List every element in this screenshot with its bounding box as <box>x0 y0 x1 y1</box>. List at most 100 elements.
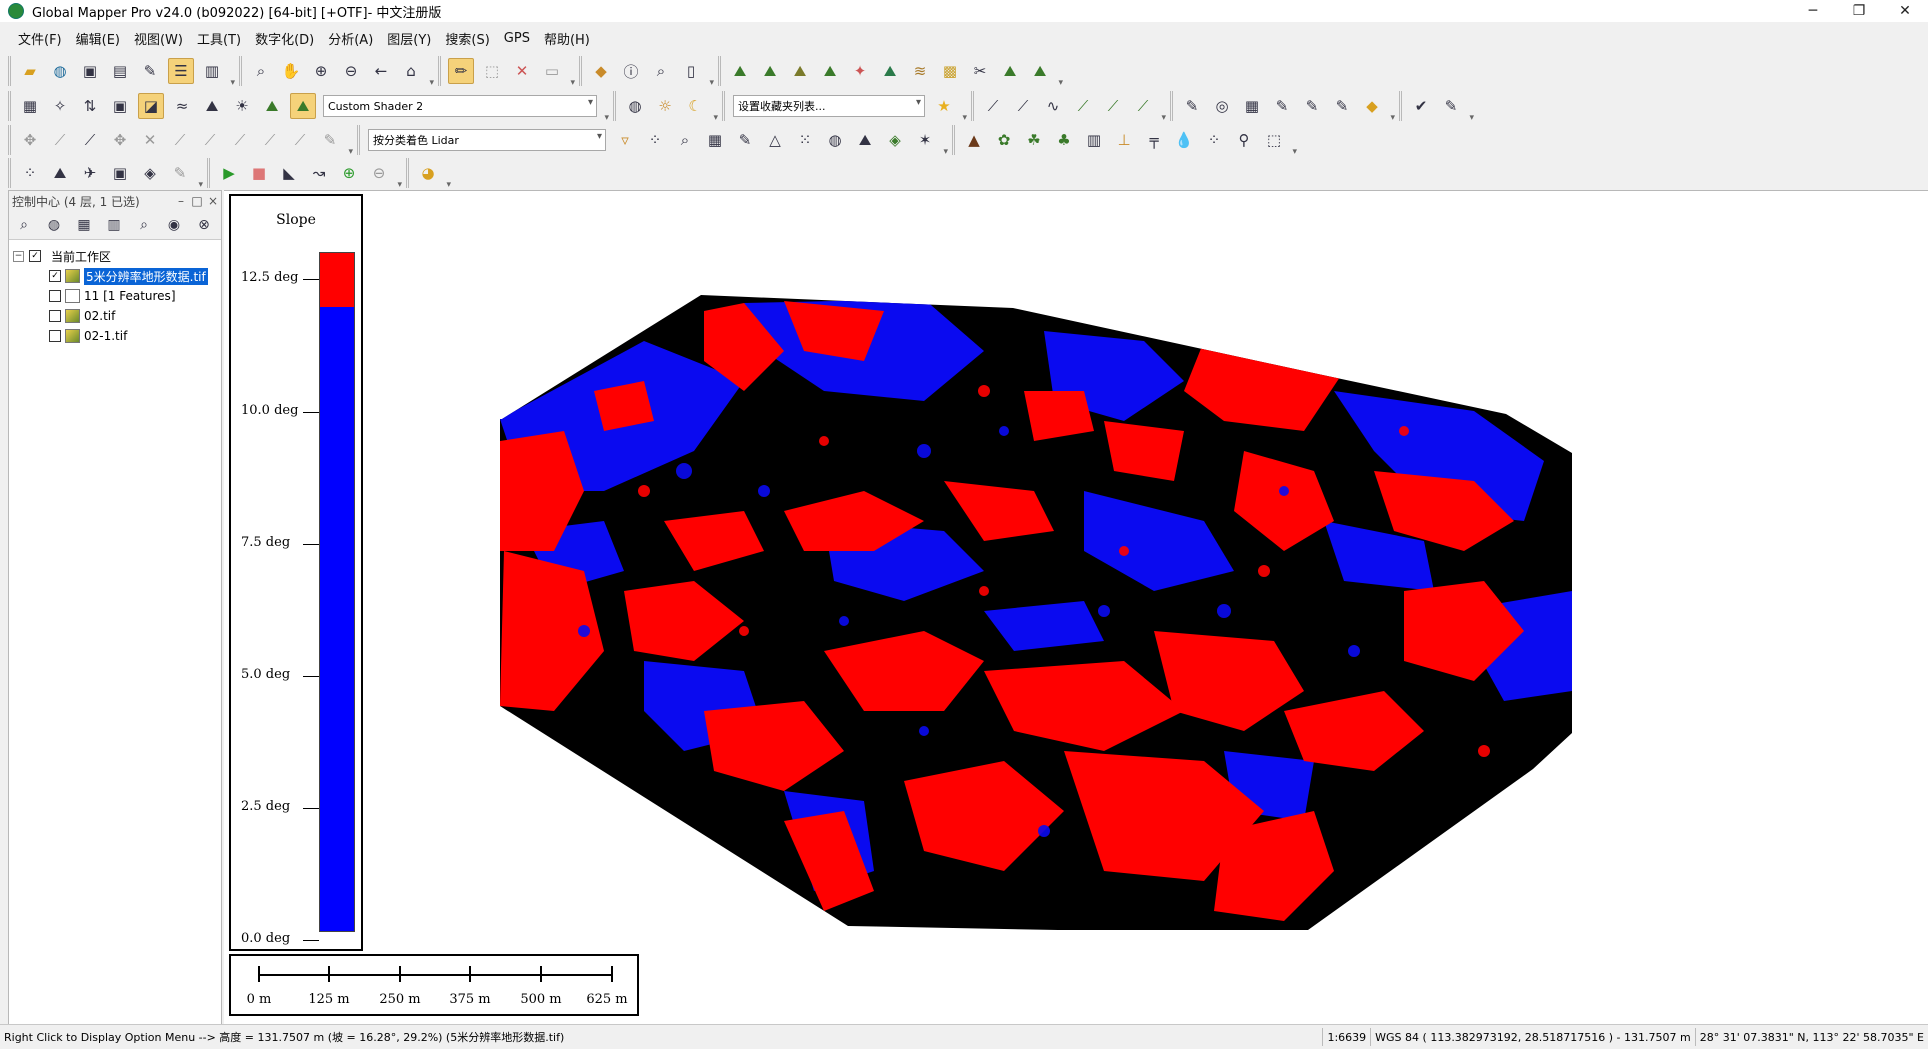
menu-view[interactable]: 视图(W) <box>134 29 183 48</box>
attribute-table-icon[interactable]: ▦ <box>73 214 95 236</box>
panel-float-icon[interactable]: □ <box>189 194 205 208</box>
moon-icon[interactable]: ☾ <box>683 94 707 118</box>
menu-search[interactable]: 搜索(S) <box>445 29 489 48</box>
lighting-icon[interactable]: ☀ <box>230 94 254 118</box>
path-icon[interactable]: ↝ <box>307 161 331 185</box>
noise-points-icon[interactable]: ⁘ <box>1202 128 1226 152</box>
close-layer-icon[interactable]: ⊗ <box>193 214 215 236</box>
feature-tag-icon[interactable]: ◆ <box>1360 94 1384 118</box>
workspace-icon[interactable]: ▤ <box>108 59 132 83</box>
measure-line-icon[interactable]: ✎ <box>318 128 342 152</box>
lidar-terrain-icon[interactable]: ⛰ <box>853 128 877 152</box>
3d-viewer-icon[interactable]: ▣ <box>108 161 132 185</box>
shader-select[interactable]: Custom Shader 2 ▾ <box>323 95 597 117</box>
3d-view-icon[interactable]: ▣ <box>108 94 132 118</box>
map-image-icon[interactable]: ▩ <box>938 59 962 83</box>
lidar-classify-icon[interactable]: ◍ <box>823 128 847 152</box>
layer-checkbox[interactable] <box>49 310 61 322</box>
pencil-icon[interactable]: ✏ <box>448 58 474 84</box>
layer-checkbox[interactable] <box>49 290 61 302</box>
medium-vegetation-icon[interactable]: ☘ <box>1022 128 1046 152</box>
select-rect-icon[interactable]: ⬚ <box>480 59 504 83</box>
lidar-grid-icon[interactable]: ▦ <box>703 128 727 152</box>
grid-terrain-icon[interactable]: ⛰ <box>998 59 1022 83</box>
feature-edit-icon[interactable]: ✎ <box>1180 94 1204 118</box>
globe-icon[interactable]: ◍ <box>48 59 72 83</box>
record-icon[interactable]: ◣ <box>277 161 301 185</box>
lidar-cluster-icon[interactable]: ⁙ <box>793 128 817 152</box>
lidar-layers-icon[interactable]: ◈ <box>883 128 907 152</box>
line-delete-icon[interactable]: ⟋ <box>258 128 282 152</box>
building-icon[interactable]: ▥ <box>1082 128 1106 152</box>
lidar-triangle-icon[interactable]: △ <box>763 128 787 152</box>
layout-icon[interactable]: ▦ <box>18 94 42 118</box>
menu-edit[interactable]: 编辑(E) <box>76 29 120 48</box>
mountain-icon[interactable]: ⛰ <box>48 161 72 185</box>
snap-icon[interactable]: ✕ <box>138 128 162 152</box>
overview-icon[interactable]: ▥ <box>200 59 224 83</box>
menu-analysis[interactable]: 分析(A) <box>328 29 373 48</box>
layer-options-icon[interactable]: ▥ <box>103 214 125 236</box>
light-direction-icon[interactable]: ✧ <box>48 94 72 118</box>
menu-file[interactable]: 文件(F) <box>18 29 62 48</box>
lidar-edit-icon[interactable]: ✎ <box>733 128 757 152</box>
pan-hand-icon[interactable]: ✋ <box>279 59 303 83</box>
zoom-out-icon[interactable]: ⊖ <box>339 59 363 83</box>
workspace-checkbox[interactable]: ✓ <box>29 250 41 262</box>
search-layer-icon[interactable]: ⌕ <box>133 214 155 236</box>
move-vertex-icon[interactable]: ✥ <box>18 128 42 152</box>
home-icon[interactable]: ⌂ <box>399 59 423 83</box>
workspace-root[interactable]: − ✓ 当前工作区 <box>13 246 217 266</box>
show-layer-icon[interactable]: ◉ <box>163 214 185 236</box>
open-folder-icon[interactable]: ▰ <box>18 59 42 83</box>
menu-gps[interactable]: GPS <box>504 31 530 46</box>
draw-3d-icon[interactable]: ✎ <box>168 161 192 185</box>
ruler-icon[interactable]: ◆ <box>589 59 613 83</box>
classify-select-icon[interactable]: ⬚ <box>1262 128 1286 152</box>
panel-close-icon[interactable]: × <box>205 194 221 208</box>
edit-pen-icon[interactable]: ✎ <box>1439 94 1463 118</box>
water-icon[interactable]: 💧 <box>1172 128 1196 152</box>
star-icon[interactable]: ★ <box>932 94 956 118</box>
volume-icon[interactable]: ⛰ <box>788 59 812 83</box>
metadata-icon[interactable]: ◍ <box>43 214 65 236</box>
lidar-points-icon[interactable]: ⁘ <box>643 128 667 152</box>
fly-icon[interactable]: ✈ <box>78 161 102 185</box>
play-icon[interactable]: ▶ <box>217 161 241 185</box>
menu-layer[interactable]: 图层(Y) <box>387 29 431 48</box>
search-feature-icon[interactable]: ⌕ <box>649 59 673 83</box>
tree-icon[interactable]: ♣ <box>1052 128 1076 152</box>
menu-digitize[interactable]: 数字化(D) <box>255 29 314 48</box>
feature-brush-icon[interactable]: ✎ <box>1300 94 1324 118</box>
add-keyframe-icon[interactable]: ⊕ <box>337 161 361 185</box>
low-vegetation-icon[interactable]: ✿ <box>992 128 1016 152</box>
feature-eraser-icon[interactable]: ✎ <box>1330 94 1354 118</box>
lidar-filter-icon[interactable]: ▿ <box>613 128 637 152</box>
tools-cross-icon[interactable]: ✂ <box>968 59 992 83</box>
zoom-to-layer-icon[interactable]: ⌕ <box>13 214 35 236</box>
layer-item[interactable]: 02-1.tif <box>13 326 217 346</box>
info-icon[interactable]: ⓘ <box>619 59 643 83</box>
line-vertex-icon[interactable]: ⟋ <box>228 128 252 152</box>
layer-checkbox[interactable]: ✓ <box>49 270 61 282</box>
back-arrow-icon[interactable]: ← <box>369 59 393 83</box>
target-icon[interactable]: ◎ <box>1210 94 1234 118</box>
move-feature-icon[interactable]: ✥ <box>108 128 132 152</box>
sun-settings-icon[interactable]: ☼ <box>653 94 677 118</box>
lidar-color-select[interactable]: 按分类着色 Lidar ▾ <box>368 129 606 151</box>
terrain-profile-icon[interactable]: ⛰ <box>728 59 752 83</box>
shader-active-icon[interactable]: ⛰ <box>290 93 316 119</box>
cut-fill-icon[interactable]: ≋ <box>908 59 932 83</box>
panel-minimize-icon[interactable]: – <box>173 194 189 208</box>
terrain-paint-icon[interactable]: ⛰ <box>878 59 902 83</box>
pole-icon[interactable]: ⊥ <box>1112 128 1136 152</box>
edit-feature-icon[interactable]: ▭ <box>540 59 564 83</box>
view-shed-icon[interactable]: ⛰ <box>818 59 842 83</box>
line-buffer-icon[interactable]: ⟋ <box>1131 94 1155 118</box>
map-canvas[interactable] <box>224 190 1928 1025</box>
collapse-icon[interactable]: − <box>13 250 24 262</box>
zoom-in-icon[interactable]: ⊕ <box>309 59 333 83</box>
terrain-color-icon[interactable]: ⛰ <box>260 94 284 118</box>
zoom-box-icon[interactable]: ⌕ <box>249 59 273 83</box>
line-draw-icon[interactable]: ⟋ <box>981 94 1005 118</box>
